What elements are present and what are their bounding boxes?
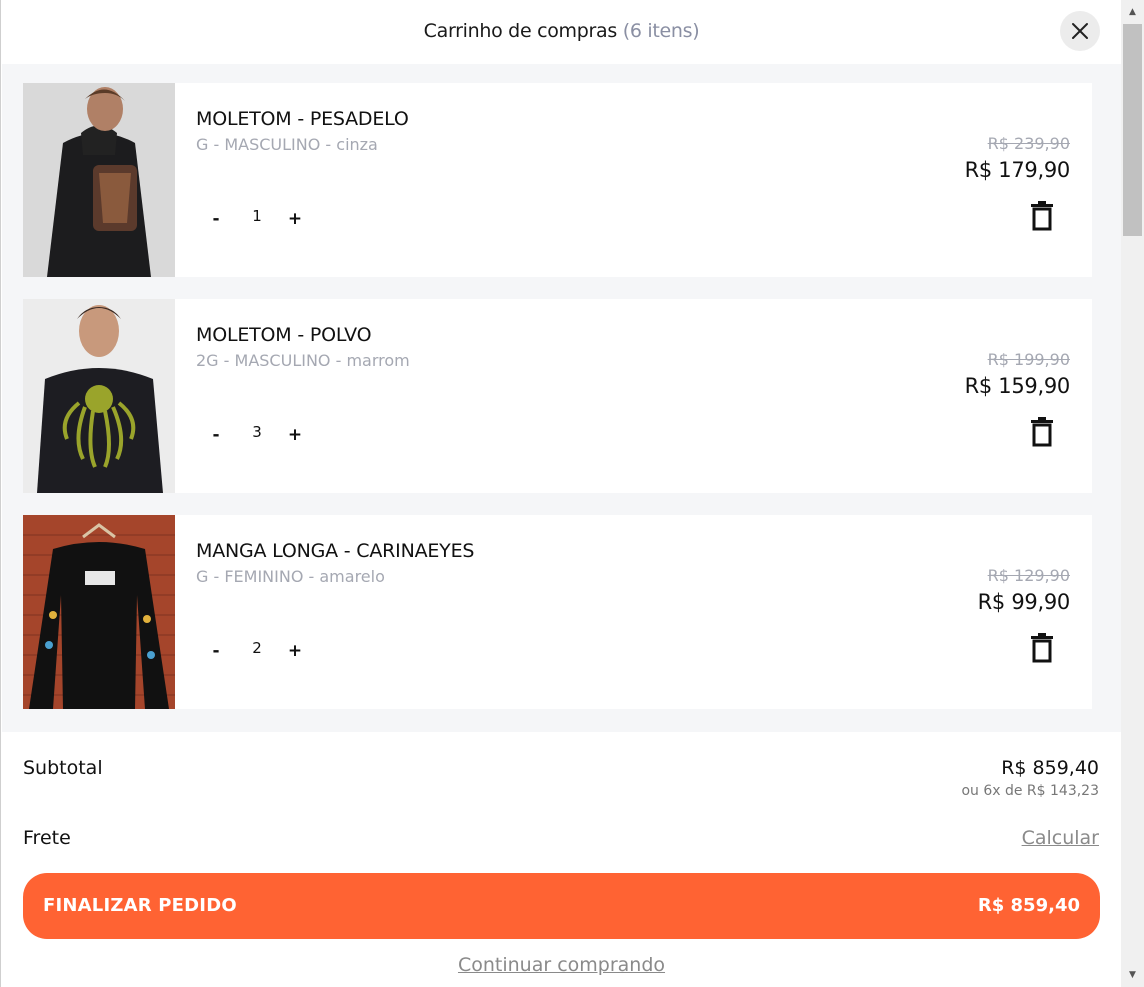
old-price: R$ 239,90 [987, 134, 1070, 153]
qty-decrease-button[interactable]: - [209, 208, 223, 230]
qty-decrease-button[interactable]: - [209, 424, 223, 446]
checkout-button[interactable]: FINALIZAR PEDIDO R$ 859,40 [23, 873, 1100, 939]
product-name[interactable]: MOLETOM - POLVO [196, 324, 372, 346]
product-image [23, 515, 175, 709]
qty-increase-button[interactable]: + [287, 640, 303, 662]
old-price: R$ 129,90 [987, 566, 1070, 585]
checkout-total: R$ 859,40 [977, 895, 1080, 916]
cart-title-text: Carrinho de compras [423, 20, 618, 42]
product-name[interactable]: MOLETOM - PESADELO [196, 108, 409, 130]
cart-drawer: Carrinho de compras (6 itens) MOLETOM - … [0, 0, 1144, 987]
product-image [23, 83, 175, 277]
continue-shopping-link[interactable]: Continuar comprando [458, 954, 665, 976]
subtotal-value: R$ 859,40 [1001, 757, 1099, 779]
trash-icon [1031, 201, 1053, 231]
trash-icon [1031, 417, 1053, 447]
scrollbar-thumb[interactable] [1123, 24, 1142, 236]
price: R$ 179,90 [964, 158, 1071, 182]
remove-item-button[interactable] [1030, 633, 1054, 663]
cart-summary: Subtotal R$ 859,40 ou 6x de R$ 143,23 Fr… [2, 732, 1121, 987]
qty-decrease-button[interactable]: - [209, 640, 223, 662]
qty-value: 3 [252, 423, 262, 441]
close-icon [1072, 23, 1088, 39]
price: R$ 159,90 [964, 374, 1071, 398]
cart-item: MOLETOM - PESADELO G - MASCULINO - cinza… [23, 83, 1092, 277]
calculate-shipping-link[interactable]: Calcular [1022, 827, 1099, 849]
qty-increase-button[interactable]: + [287, 208, 303, 230]
cart-header: Carrinho de compras (6 itens) [2, 0, 1121, 64]
cart-item: MANGA LONGA - CARINAEYES G - FEMININO - … [23, 515, 1092, 709]
product-variant: 2G - MASCULINO - marrom [196, 351, 410, 370]
product-image [23, 299, 175, 493]
remove-item-button[interactable] [1030, 417, 1054, 447]
cart-item: MOLETOM - POLVO 2G - MASCULINO - marrom … [23, 299, 1092, 493]
product-variant: G - FEMININO - amarelo [196, 567, 385, 586]
close-button[interactable] [1060, 11, 1100, 51]
continue-shopping: Continuar comprando [2, 954, 1121, 976]
cart-items-list: MOLETOM - PESADELO G - MASCULINO - cinza… [2, 64, 1121, 732]
qty-value: 2 [252, 639, 262, 657]
product-name[interactable]: MANGA LONGA - CARINAEYES [196, 540, 474, 562]
qty-value: 1 [252, 207, 262, 225]
checkout-label: FINALIZAR PEDIDO [43, 895, 237, 916]
subtotal-label: Subtotal [23, 757, 103, 779]
scroll-up-arrow-icon[interactable]: ▲ [1121, 4, 1144, 20]
product-variant: G - MASCULINO - cinza [196, 135, 378, 154]
price: R$ 99,90 [977, 590, 1071, 614]
trash-icon [1031, 633, 1053, 663]
cart-title: Carrinho de compras (6 itens) [2, 20, 1121, 42]
installments-text: ou 6x de R$ 143,23 [961, 783, 1099, 799]
cart-item-count: (6 itens) [622, 20, 700, 42]
scroll-down-arrow-icon[interactable]: ▼ [1121, 967, 1144, 983]
old-price: R$ 199,90 [987, 350, 1070, 369]
shipping-label: Frete [23, 827, 71, 849]
scrollbar[interactable]: ▲ ▼ [1121, 0, 1144, 987]
qty-increase-button[interactable]: + [287, 424, 303, 446]
remove-item-button[interactable] [1030, 201, 1054, 231]
